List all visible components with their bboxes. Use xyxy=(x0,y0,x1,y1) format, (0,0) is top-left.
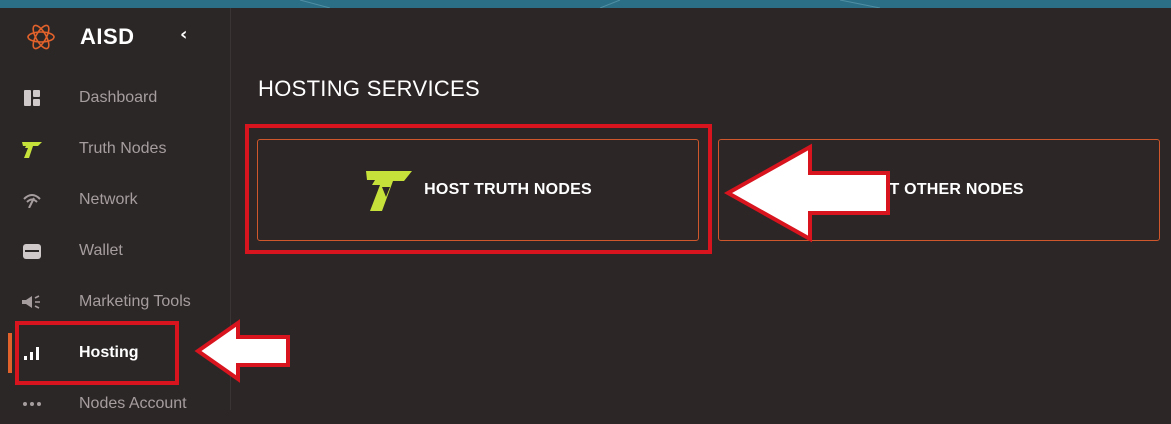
signal-bars-icon xyxy=(22,343,42,363)
sidebar-item-label: Hosting xyxy=(79,344,139,361)
brand-name: AISD xyxy=(80,24,135,49)
page-title: HOSTING SERVICES xyxy=(258,76,480,101)
sidebar-item-label: Network xyxy=(79,191,138,208)
sidebar-item-truth-nodes[interactable]: Truth Nodes xyxy=(0,129,230,169)
sidebar-item-label: Dashboard xyxy=(79,89,158,106)
card-label: HOST OTHER NODES xyxy=(854,181,1024,198)
sidebar-item-network[interactable]: Network xyxy=(0,180,230,220)
sidebar-item-label: Wallet xyxy=(79,242,123,259)
sidebar-item-nodes-account[interactable]: Nodes Account xyxy=(0,384,230,424)
sidebar: AISD ‹ Dashboard Truth Nodes Network Wal… xyxy=(0,8,231,412)
card-label: HOST TRUTH NODES xyxy=(424,181,592,198)
dashboard-icon xyxy=(22,88,42,108)
megaphone-icon xyxy=(22,292,42,312)
wallet-icon xyxy=(22,241,42,261)
network-icon xyxy=(22,190,42,210)
sidebar-item-wallet[interactable]: Wallet xyxy=(0,231,230,271)
sidebar-item-marketing-tools[interactable]: Marketing Tools xyxy=(0,282,230,322)
active-indicator xyxy=(8,333,12,373)
host-truth-nodes-card[interactable]: HOST TRUTH NODES xyxy=(257,139,699,241)
truth-nodes-logo-icon xyxy=(366,171,413,211)
brand[interactable]: AISD xyxy=(26,20,135,54)
sidebar-item-label: Truth Nodes xyxy=(79,140,167,157)
sidebar-item-label: Marketing Tools xyxy=(79,293,191,310)
truth-nodes-icon xyxy=(22,139,42,159)
collapse-sidebar-button[interactable]: ‹ xyxy=(180,25,196,45)
app-window: AISD ‹ Dashboard Truth Nodes Network Wal… xyxy=(0,8,1171,412)
sidebar-item-dashboard[interactable]: Dashboard xyxy=(0,78,230,118)
main-content: HOSTING SERVICES HOST TRUTH NODES HOST O… xyxy=(231,8,1171,410)
sidebar-item-hosting[interactable]: Hosting xyxy=(0,333,230,373)
dots-icon xyxy=(22,394,42,414)
sidebar-item-label: Nodes Account xyxy=(79,395,187,412)
atom-logo-icon xyxy=(27,24,55,50)
host-other-nodes-card[interactable]: HOST OTHER NODES xyxy=(718,139,1160,241)
